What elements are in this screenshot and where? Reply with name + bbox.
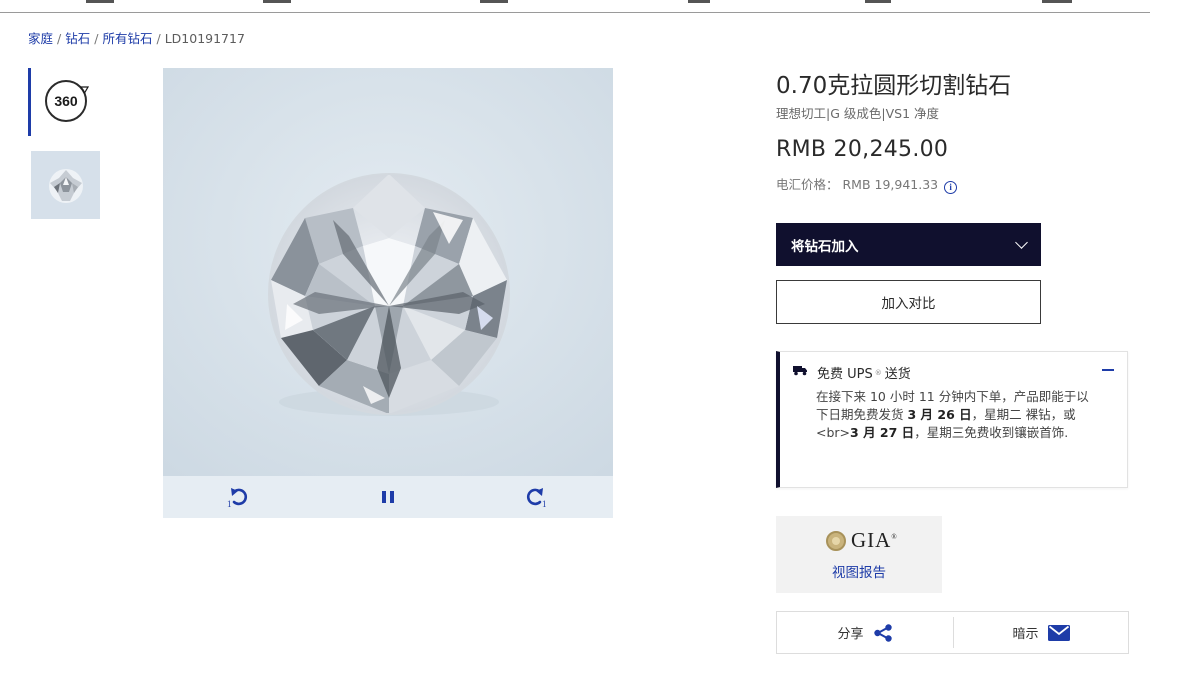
collapse-button[interactable]: [1101, 362, 1115, 378]
top-nav-item-stub[interactable]: [1042, 0, 1072, 3]
add-diamond-label: 将钻石加入: [791, 238, 859, 255]
gia-logo-text: GIA®: [851, 528, 897, 552]
top-nav-divider: [0, 12, 1150, 13]
gia-seal-icon: [826, 530, 846, 551]
diamond-thumbnail-image: [48, 169, 83, 203]
hint-label: 暗示: [1012, 627, 1039, 642]
product-subtitle: 理想切工|G 级成色|VS1 净度: [776, 106, 939, 121]
breadcrumb-link-diamonds[interactable]: 钻石: [65, 31, 90, 46]
pause-button[interactable]: [367, 476, 409, 518]
diamond-image: [163, 68, 613, 476]
rotate-left-button[interactable]: 1: [217, 476, 259, 518]
view-360-label: 360: [54, 93, 78, 109]
ship-date-1: 3 月 26 日: [907, 407, 972, 422]
hint-button[interactable]: 暗示: [953, 612, 1129, 653]
pause-icon: [382, 491, 394, 503]
shipping-header: 免费 UPS ® 送货: [793, 363, 911, 382]
product-title: 0.70克拉圆形切割钻石: [776, 73, 1012, 99]
rotate-right-button[interactable]: 1: [517, 476, 559, 518]
rotate-right-step: 1: [542, 499, 547, 508]
top-nav-item-stub[interactable]: [86, 0, 114, 3]
breadcrumb-link-home[interactable]: 家庭: [28, 31, 53, 46]
rotate-right-icon: 1: [526, 488, 547, 508]
wire-price-text: 电汇价格： RMB 19,941.33: [776, 177, 939, 192]
mail-icon: [1047, 624, 1070, 641]
rotate-left-icon: 1: [227, 488, 248, 508]
product-price: RMB 20,245.00: [776, 137, 949, 162]
shipping-title-suffix: 送货: [884, 367, 911, 382]
thumbnail-360-view[interactable]: 360: [28, 68, 100, 136]
free-shipping-panel: 免费 UPS ® 送货 在接下来 10 小时 11 分钟内下单，产品即能于以下日期…: [776, 351, 1128, 488]
add-to-compare-button[interactable]: 加入对比: [776, 280, 1041, 324]
share-button[interactable]: 分享: [777, 612, 953, 653]
top-nav-item-stub[interactable]: [865, 0, 891, 3]
top-nav-item-stub[interactable]: [263, 0, 291, 3]
breadcrumb: 家庭 / 钻石 / 所有钻石 / LD10191717: [28, 28, 245, 47]
ship-date-2: 3 月 27 日: [850, 425, 915, 440]
gia-report-card[interactable]: GIA® 视图报告: [776, 516, 942, 593]
rotate-left-step: 1: [227, 499, 232, 508]
top-nav-item-stub[interactable]: [688, 0, 710, 3]
share-row: 分享 暗示: [776, 611, 1129, 654]
add-diamond-to-button[interactable]: 将钻石加入: [776, 223, 1041, 266]
breadcrumb-link-all-diamonds[interactable]: 所有钻石: [102, 31, 152, 46]
wire-transfer-price: 电汇价格： RMB 19,941.33 i: [776, 174, 958, 194]
view-report-link[interactable]: 视图报告: [776, 561, 942, 581]
breadcrumb-separator: /: [57, 31, 62, 46]
top-nav-item-stub[interactable]: [480, 0, 508, 3]
breadcrumb-current: LD10191717: [164, 31, 245, 46]
info-icon[interactable]: i: [944, 181, 958, 194]
shipping-message: 在接下来 10 小时 11 分钟内下单，产品即能于以下日期免费发货 3 月 26…: [816, 388, 1098, 442]
rotation-indicator-icon: [80, 86, 89, 94]
registered-mark: ®: [874, 368, 882, 377]
shipping-text-3: ，星期三免费收到镶嵌首饰.: [914, 425, 1069, 440]
viewer-controls: 1 1: [163, 476, 613, 518]
gia-logo: GIA®: [826, 528, 897, 553]
chevron-down-icon: [1015, 236, 1028, 249]
breadcrumb-separator: /: [94, 31, 99, 46]
diamond-360-viewer[interactable]: [163, 68, 613, 476]
thumbnail-diamond-photo[interactable]: [31, 151, 100, 219]
breadcrumb-separator: /: [156, 31, 161, 46]
shipping-title: 免费 UPS: [817, 367, 873, 382]
share-icon: [873, 623, 892, 642]
share-label: 分享: [837, 627, 864, 642]
truck-icon: [793, 365, 808, 380]
